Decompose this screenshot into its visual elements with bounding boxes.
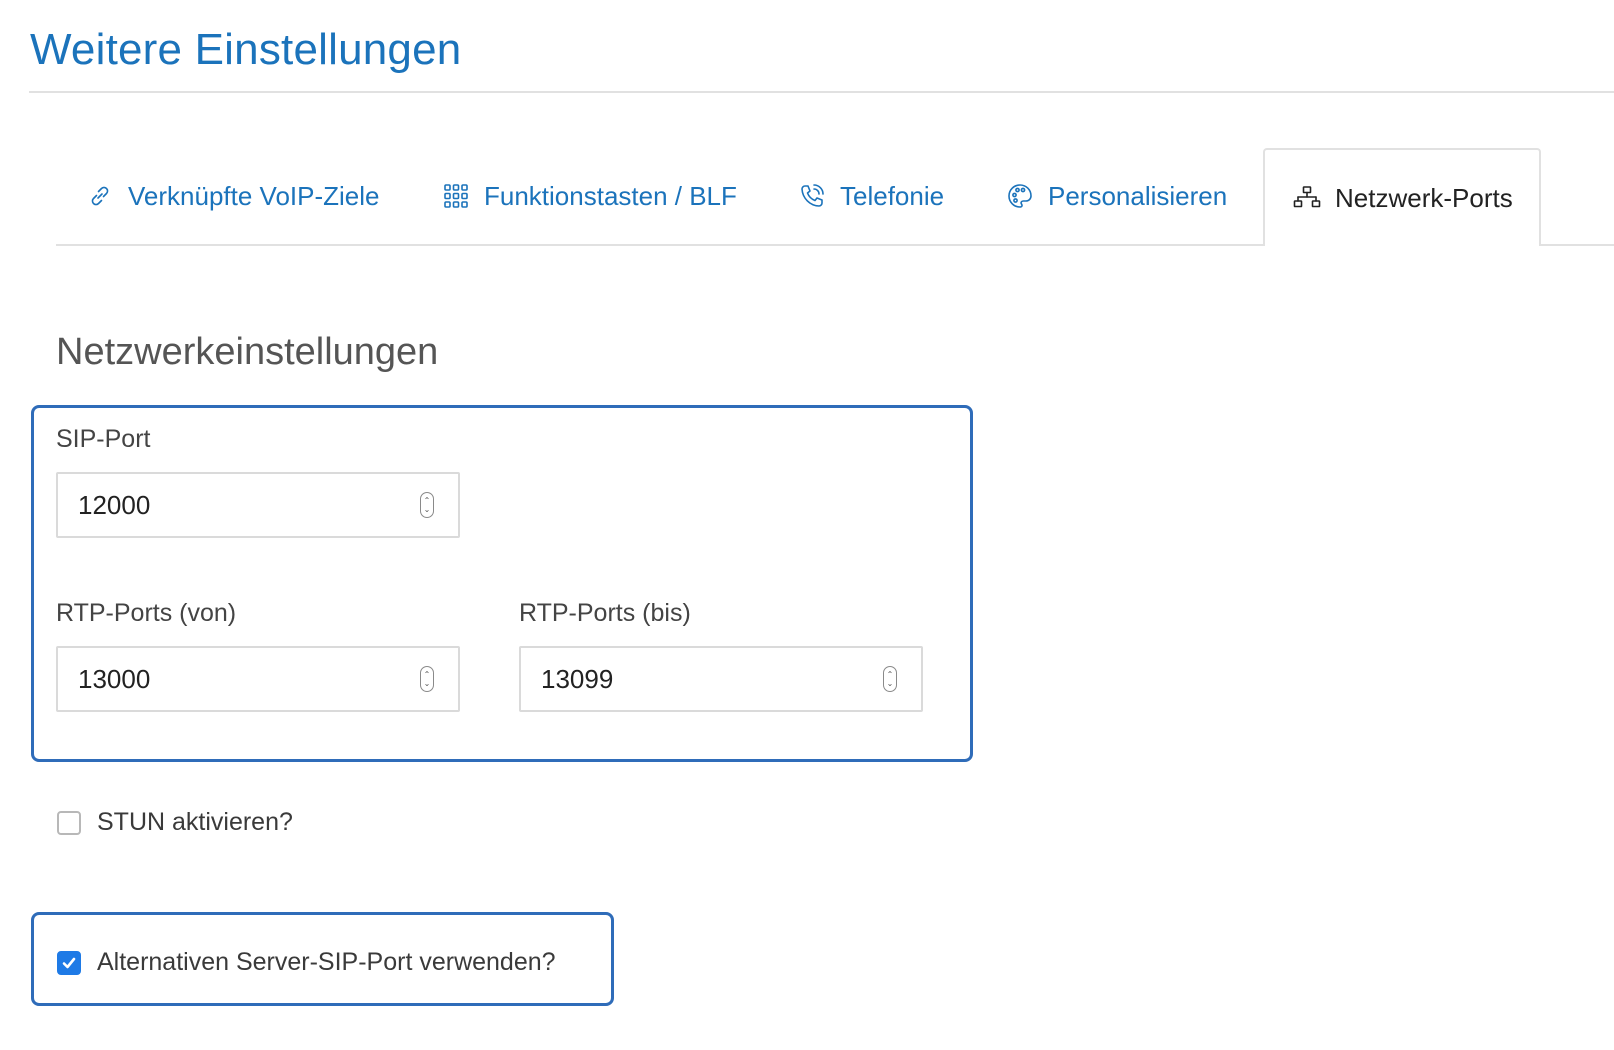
alt-server-sip-port-checkbox[interactable] — [57, 950, 81, 975]
tab-linked-voip-targets[interactable]: Verknüpfte VoIP-Ziele — [86, 148, 379, 244]
section-title: Netzwerkeinstellungen — [56, 331, 439, 373]
rtp-from-value: 13000 — [78, 664, 151, 694]
page-title: Weitere Einstellungen — [30, 25, 462, 74]
network-icon — [1293, 184, 1321, 212]
sip-port-input[interactable]: 12000 ⌃ ⌄ — [56, 472, 460, 538]
rtp-to-input[interactable]: 13099 ⌃ ⌄ — [519, 646, 923, 712]
tab-label: Personalisieren — [1048, 180, 1228, 211]
stepper-arrows-icon[interactable]: ⌃ ⌄ — [420, 666, 434, 692]
stun-checkbox[interactable] — [57, 810, 81, 835]
rtp-from-input[interactable]: 13000 ⌃ ⌄ — [56, 646, 460, 712]
alt-server-sip-port-option: Alternativen Server-SIP-Port verwenden? — [57, 948, 556, 977]
link-icon — [86, 182, 114, 210]
alt-port-group: Alternativen Server-SIP-Port verwenden? — [31, 912, 614, 1006]
phone-call-icon — [798, 182, 826, 210]
tab-function-keys-blf[interactable]: Funktionstasten / BLF — [442, 148, 737, 244]
sip-port-label: SIP-Port — [56, 425, 151, 453]
tab-label: Verknüpfte VoIP-Ziele — [128, 180, 380, 211]
settings-tab-bar: Verknüpfte VoIP-Ziele Funktionstasten / … — [56, 148, 1614, 246]
tab-label: Telefonie — [840, 180, 945, 211]
tab-network-ports[interactable]: Netzwerk-Ports — [1263, 148, 1541, 246]
alt-server-sip-port-label[interactable]: Alternativen Server-SIP-Port verwenden? — [97, 948, 556, 977]
rtp-from-label: RTP-Ports (von) — [56, 599, 237, 627]
sip-port-value: 12000 — [78, 490, 151, 520]
stepper-arrows-icon[interactable]: ⌃ ⌄ — [883, 666, 897, 692]
stun-option: STUN aktivieren? — [57, 808, 293, 837]
rtp-to-label: RTP-Ports (bis) — [519, 599, 691, 627]
ports-settings-group: SIP-Port 12000 ⌃ ⌄ RTP-Ports (von) 13000 … — [31, 405, 973, 762]
checkmark-icon — [62, 957, 76, 968]
rtp-to-value: 13099 — [541, 664, 614, 694]
tab-label: Netzwerk-Ports — [1335, 182, 1513, 213]
stepper-arrows-icon[interactable]: ⌃ ⌄ — [420, 492, 434, 518]
stun-label[interactable]: STUN aktivieren? — [97, 808, 293, 837]
palette-icon — [1006, 182, 1034, 210]
keypad-grid-icon — [442, 182, 470, 210]
tab-telephony[interactable]: Telefonie — [798, 148, 944, 244]
title-divider — [29, 91, 1614, 93]
tab-label: Funktionstasten / BLF — [484, 180, 737, 211]
tab-personalize[interactable]: Personalisieren — [1006, 148, 1227, 244]
